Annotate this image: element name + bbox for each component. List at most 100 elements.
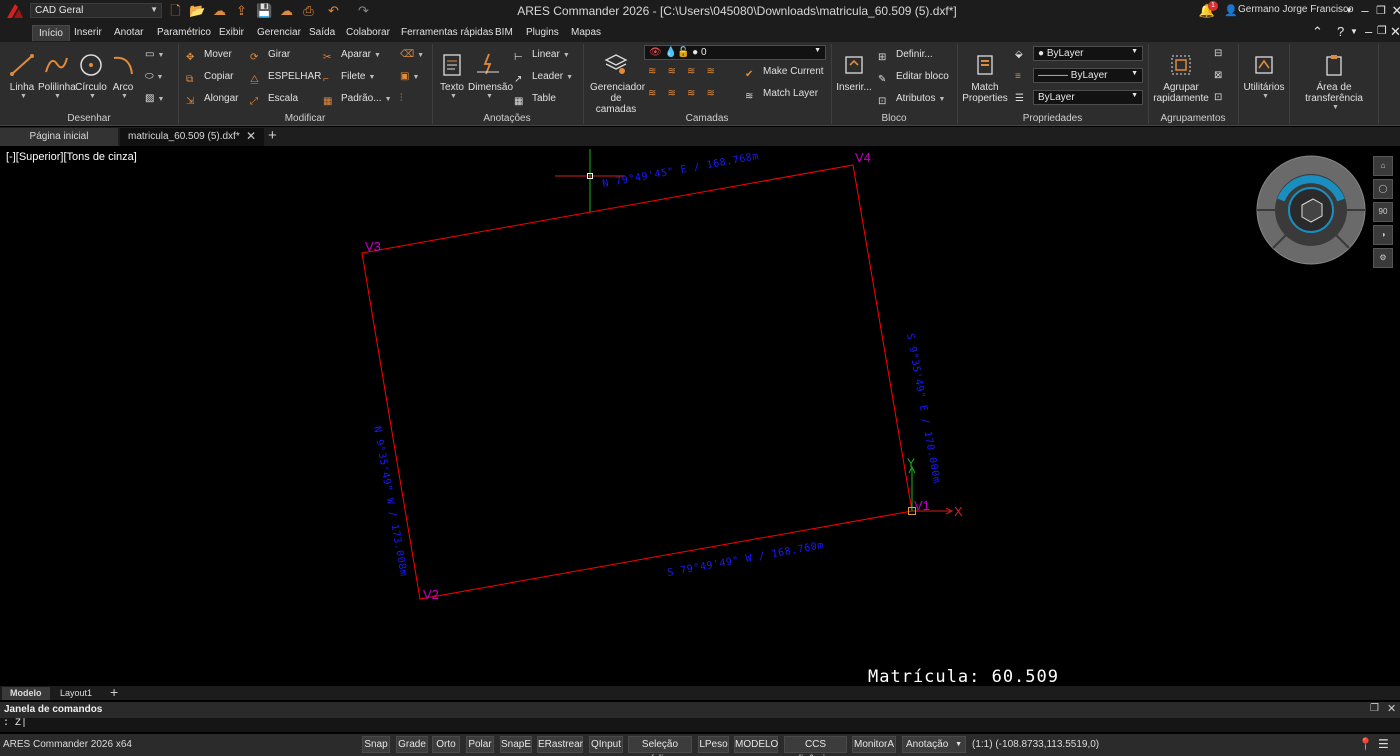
drawing-svg[interactable]: V1 V2 V3 V4 N 79°49'45" E / 168.768m S 9… (0, 147, 1400, 686)
esnap-toggle[interactable]: SnapE (500, 736, 532, 753)
hatch-tool-icon[interactable]: ▨ ▼ (145, 91, 164, 107)
linha-button[interactable]: Linha ▼ (6, 52, 38, 100)
girar-button[interactable]: ⟳ Girar (250, 47, 290, 63)
tab-modelo[interactable]: Modelo (2, 687, 50, 700)
ortho-toggle[interactable]: Orto (432, 736, 460, 753)
tab-inserir[interactable]: Inserir (68, 25, 108, 41)
annotation-select[interactable]: Anotação ▼ (902, 736, 966, 753)
espelhar-button[interactable]: ⧋ ESPELHAR (250, 69, 321, 85)
layer-tools-row2[interactable]: ≋ ≋ ≋ ≋ (648, 86, 715, 102)
definir-bloco-button[interactable]: ⊞ Definir... (878, 47, 933, 63)
command-close-icon[interactable]: ✕ (1387, 702, 1396, 715)
tab-gerenciar[interactable]: Gerenciar (251, 25, 307, 41)
padrao-button[interactable]: ▦ Padrão... ▼ (323, 91, 392, 107)
polilinha-button[interactable]: Polilinha ▼ (38, 52, 76, 100)
etrack-toggle[interactable]: ERastrear (537, 736, 583, 753)
undock-icon[interactable]: ❐ (1370, 703, 1379, 714)
cyclic-selection-toggle[interactable]: Seleção cíclica (628, 736, 692, 756)
location-pin-icon[interactable]: 📍 (1358, 737, 1373, 751)
align-icon[interactable]: ⫶ (400, 91, 403, 107)
tab-colaborar[interactable]: Colaborar (340, 25, 396, 41)
atributos-button[interactable]: ⊡ Atributos ▼ (878, 91, 945, 107)
gerenciador-camadas-button[interactable]: Gerenciador de camadas (590, 52, 645, 115)
viewport-label[interactable]: [-][Superior][Tons de cinza] (6, 151, 137, 163)
tab-active-document[interactable]: matricula_60.509 (5).dxf* (120, 128, 264, 146)
add-layout-icon[interactable]: + (110, 684, 118, 700)
layer-select[interactable]: 👁 💧🔓 ● 0 ▼ (644, 45, 826, 60)
drawing-canvas[interactable]: V1 V2 V3 V4 N 79°49'45" E / 168.768m S 9… (0, 147, 1400, 686)
linetype-select[interactable]: ——— ByLayer ▼ (1033, 68, 1143, 83)
dynamic-ucs-toggle[interactable]: CCS dinâmico (784, 736, 847, 756)
lineweight-select[interactable]: ByLayer ▼ (1033, 90, 1143, 105)
help-chevron-icon[interactable]: ▼ (1350, 27, 1358, 36)
tab-mapas[interactable]: Mapas (565, 25, 607, 41)
settings-gear-icon[interactable]: ⚙ (1373, 248, 1393, 268)
area-transferencia-button[interactable]: Área de transferência ▼ (1292, 52, 1376, 111)
match-properties-button[interactable]: Match Properties (962, 52, 1008, 104)
agrupar-button[interactable]: Agrupar rapidamente (1152, 52, 1210, 104)
annomonitor-toggle[interactable]: MonitorA (852, 736, 896, 753)
home-view-icon[interactable]: ⌂ (1373, 156, 1393, 176)
editar-bloco-button[interactable]: ✎ Editar bloco (878, 69, 949, 85)
explode-icon[interactable]: ▣ ▼ (400, 69, 419, 85)
ribbon-minimize-icon[interactable]: – (1365, 24, 1372, 39)
filete-button[interactable]: ⌐ Filete ▼ (323, 69, 375, 85)
collapse-ribbon-icon[interactable]: ⌃ (1312, 24, 1323, 40)
orbit-icon[interactable]: ◯ (1373, 179, 1393, 199)
tab-pagina-inicial[interactable]: Página inicial (0, 128, 118, 146)
make-current-button[interactable]: ✔ Make Current (745, 64, 824, 80)
ribbon-restore-icon[interactable]: ❐ (1377, 24, 1387, 37)
copiar-button[interactable]: ⧉ Copiar (186, 69, 233, 85)
new-tab-icon[interactable]: + (268, 127, 277, 144)
mover-button[interactable]: ✥ Mover (186, 47, 232, 63)
vertex-label-v3: V3 (365, 239, 381, 254)
window-title: ARES Commander 2026 - [C:\Users\045080\D… (517, 4, 957, 18)
tab-parametrico[interactable]: Paramétrico (151, 25, 217, 41)
circulo-button[interactable]: Círculo ▼ (74, 52, 108, 100)
group-edit-icon[interactable]: ⊠ (1214, 68, 1222, 84)
qinput-toggle[interactable]: QInput (589, 736, 623, 753)
ribbon-close-icon[interactable]: ✕ (1390, 24, 1400, 40)
tab-anotar[interactable]: Anotar (108, 25, 149, 41)
utilitarios-button[interactable]: Utilitários ▼ (1242, 52, 1286, 100)
help-icon[interactable]: ? (1337, 24, 1344, 39)
escala-button[interactable]: ⤢ Escala (250, 91, 298, 107)
tab-layout1[interactable]: Layout1 (52, 687, 100, 700)
tab-plugins[interactable]: Plugins (520, 25, 565, 41)
tab-inicio[interactable]: Início (32, 25, 70, 41)
alongar-button[interactable]: ⇲ Alongar (186, 91, 238, 107)
model-toggle[interactable]: MODELO (734, 736, 778, 753)
group-select-icon[interactable]: ⊡ (1214, 90, 1222, 106)
close-tab-icon[interactable]: ✕ (246, 129, 256, 143)
user-name[interactable]: Germano Jorge Francisco (1238, 4, 1354, 15)
leader-button[interactable]: ↗ Leader ▼ (514, 69, 573, 85)
inserir-bloco-button[interactable]: Inserir... (836, 52, 872, 93)
texto-button[interactable]: Texto ▼ (438, 52, 466, 100)
view-cube (1256, 155, 1366, 265)
table-button[interactable]: ▦ Table (514, 91, 556, 107)
lineweight-toggle[interactable]: LPeso (698, 736, 729, 753)
tab-bim[interactable]: BIM (489, 25, 519, 41)
snap-toggle[interactable]: Snap (362, 736, 390, 753)
dimensao-button[interactable]: Dimensão ▼ (468, 52, 513, 100)
ellipse-tool-icon[interactable]: ⬭ ▼ (145, 69, 163, 85)
tab-ferramentas-rapidas[interactable]: Ferramentas rápidas (395, 25, 499, 41)
tab-saida[interactable]: Saída (303, 25, 341, 41)
grid-toggle[interactable]: Grade (396, 736, 428, 753)
ungroup-icon[interactable]: ⊟ (1214, 46, 1222, 62)
tab-exibir[interactable]: Exibir (213, 25, 250, 41)
customize-status-icon[interactable]: ☰ (1378, 737, 1389, 751)
close-icon[interactable]: ✕ (1388, 2, 1400, 20)
erase-icon[interactable]: ⌫ ▼ (400, 47, 424, 63)
color-select[interactable]: ● ByLayer ▼ (1033, 46, 1143, 61)
rotate-90-button[interactable]: 90 (1373, 202, 1393, 222)
linear-button[interactable]: ⊢ Linear ▼ (514, 47, 570, 63)
rectangle-tool-icon[interactable]: ▭ ▼ (145, 47, 164, 63)
match-layer-button[interactable]: ≋ Match Layer (745, 86, 818, 102)
aparar-button[interactable]: ✂ Aparar ▼ (323, 47, 381, 63)
arco-button[interactable]: Arco ▼ (108, 52, 138, 100)
command-input[interactable] (3, 718, 503, 729)
polar-toggle[interactable]: Polar (466, 736, 494, 753)
layer-tools-row1[interactable]: ≋ ≋ ≋ ≋ (648, 64, 715, 80)
pan-icon[interactable]: ◑ (1373, 225, 1393, 245)
